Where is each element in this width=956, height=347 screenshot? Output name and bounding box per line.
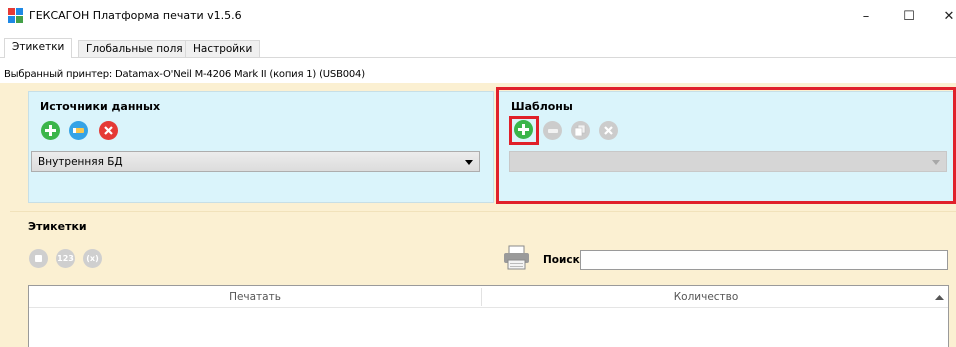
add-icon: [45, 125, 56, 136]
data-source-value: Внутренняя БД: [38, 156, 123, 168]
numbering-icon: 123: [57, 254, 74, 263]
data-sources-title: Источники данных: [40, 100, 161, 113]
print-button[interactable]: [503, 245, 530, 270]
title-bar: ГЕКСАГОН Платформа печати v1.5.6 – ☐ ✕: [0, 0, 956, 32]
column-header-print[interactable]: Печатать: [29, 286, 481, 308]
chevron-up-icon: [935, 294, 944, 300]
edit-icon: [73, 128, 84, 133]
tab-labels[interactable]: Этикетки: [4, 38, 73, 58]
data-source-select[interactable]: Внутренняя БД: [31, 151, 480, 172]
labels-table: Печатать Количество: [28, 285, 949, 347]
selected-printer-label: Выбранный принтер: Datamax-O'Neil M-4206…: [4, 69, 365, 80]
column-header-quantity[interactable]: Количество: [482, 286, 930, 308]
search-label: Поиск: [543, 254, 580, 266]
add-template-highlight: [509, 116, 539, 145]
printer-icon: [504, 245, 529, 270]
close-window-button[interactable]: ✕: [939, 6, 956, 26]
maximize-icon: ☐: [903, 8, 915, 24]
tab-settings[interactable]: Настройки: [185, 40, 261, 58]
edit-data-source-button[interactable]: [69, 121, 88, 140]
minimize-icon: –: [862, 8, 870, 24]
scroll-up-button[interactable]: [931, 286, 948, 308]
minimize-button[interactable]: –: [856, 6, 876, 26]
app-logo-icon: [8, 8, 23, 23]
stop-icon: [35, 255, 42, 262]
templates-highlight-frame: [496, 87, 956, 204]
search-input[interactable]: [580, 250, 948, 270]
delete-data-source-button[interactable]: [99, 121, 118, 140]
maximize-button[interactable]: ☐: [899, 6, 919, 26]
variable-button[interactable]: (x): [83, 249, 102, 268]
main-tabs: Этикетки Глобальные поля Настройки: [0, 38, 956, 58]
variable-icon: (x): [86, 254, 99, 263]
labels-title: Этикетки: [28, 220, 87, 233]
chevron-down-icon: [465, 160, 473, 165]
numbering-button[interactable]: 123: [56, 249, 75, 268]
stop-button[interactable]: [29, 249, 48, 268]
tab-global-fields[interactable]: Глобальные поля: [78, 40, 191, 58]
add-data-source-button[interactable]: [41, 121, 60, 140]
data-sources-panel: Источники данных Внутренняя БД: [28, 91, 494, 203]
window-title: ГЕКСАГОН Платформа печати v1.5.6: [29, 9, 242, 22]
delete-icon: [104, 126, 113, 135]
labels-panel: Этикетки 123 (x) Поиск Печатать Количест…: [10, 211, 956, 347]
table-header: Печатать Количество: [29, 286, 948, 308]
close-icon: ✕: [943, 8, 955, 24]
